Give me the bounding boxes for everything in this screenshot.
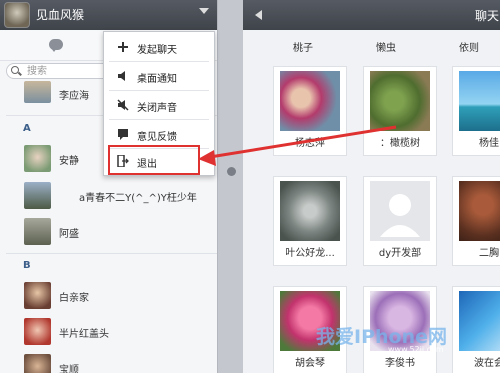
contact-name: 白亲家 — [59, 293, 89, 304]
grid-card[interactable]: 二胸 — [452, 176, 500, 266]
avatar — [24, 282, 51, 309]
grid-item-label: 杨佳 — [479, 138, 499, 149]
contact-name: 宝顺 — [59, 365, 79, 373]
splitter-handle[interactable] — [227, 167, 236, 176]
grid-card[interactable]: 杨佳 — [452, 66, 500, 156]
grid-item-label: 李俊书 — [385, 358, 415, 369]
chat-header: 聊天 — [243, 0, 500, 30]
search-input[interactable] — [27, 64, 112, 78]
chat-bubble-icon[interactable] — [49, 39, 63, 52]
menu-item-start-chat[interactable]: 发起聊天 — [104, 35, 214, 59]
list-item[interactable]: 半片红盖头 — [0, 312, 217, 348]
section-letter: A — [23, 123, 31, 134]
page-title: 聊天 — [475, 9, 500, 23]
grid-item-label: 波在会 — [474, 358, 500, 369]
menu-item-label: 意见反馈 — [137, 132, 177, 143]
list-item[interactable]: 阿盛 — [0, 212, 217, 248]
contact-name: 安静 — [59, 156, 79, 167]
menu-item-desktop-notify[interactable]: 桌面通知 — [104, 64, 214, 88]
back-arrow-icon[interactable] — [255, 10, 262, 20]
exit-highlight-box — [108, 145, 200, 175]
grid-card[interactable]: 杨志萍 — [273, 66, 347, 156]
contact-photo — [459, 291, 500, 351]
contact-photo — [280, 181, 340, 241]
section-letter: B — [23, 260, 31, 271]
speaker-icon — [118, 71, 125, 81]
watermark-url: www.52ij.com — [388, 345, 444, 354]
menu-item-feedback[interactable]: 意见反馈 — [104, 122, 214, 146]
avatar[interactable] — [4, 2, 30, 28]
list-item[interactable]: 宝顺 — [0, 348, 217, 373]
menu-caret-icon[interactable] — [199, 8, 209, 14]
avatar — [24, 145, 51, 172]
grid-item-label[interactable]: 桃子 — [267, 39, 339, 54]
plus-icon — [118, 42, 128, 52]
divider — [109, 61, 209, 62]
avatar — [24, 318, 51, 345]
chat-panel: 聊天 桃子 懒虫 依则 杨志萍 ：橄榄树 杨佳 叶公好龙... dy开发部 二胸… — [243, 0, 500, 373]
user-header: 见血风猴 — [0, 0, 217, 30]
contact-photo — [280, 71, 340, 131]
contact-photo — [370, 71, 430, 131]
grid-item-label: dy开发部 — [378, 248, 422, 259]
grid-card[interactable]: 波在会 — [452, 286, 500, 373]
user-name: 见血风猴 — [36, 8, 85, 22]
divider — [6, 253, 217, 254]
divider — [109, 119, 209, 120]
divider — [109, 90, 209, 91]
avatar — [24, 81, 51, 103]
grid-item-label: 杨志萍 — [295, 138, 325, 149]
avatar — [24, 218, 51, 245]
grid-item-label[interactable]: 懒虫 — [350, 39, 422, 54]
contact-photo — [459, 181, 500, 241]
search-icon — [11, 66, 19, 74]
mute-icon — [117, 99, 129, 111]
menu-item-label: 关闭声音 — [137, 103, 177, 114]
contact-name: 李应海 — [59, 91, 89, 102]
menu-item-label: 发起聊天 — [137, 45, 177, 56]
grid-item-label: 胡会琴 — [295, 358, 325, 369]
contact-photo — [459, 71, 500, 131]
list-item[interactable]: 白亲家 — [0, 276, 217, 312]
feedback-icon — [118, 129, 128, 140]
list-item[interactable]: a青春不二Y(^_^)Y枉少年 — [0, 176, 217, 212]
contact-name: a青春不二Y(^_^)Y枉少年 — [79, 193, 197, 204]
grid-item-label: 叶公好龙... — [285, 248, 335, 259]
contact-name: 阿盛 — [59, 229, 79, 240]
panel-splitter[interactable] — [217, 0, 244, 373]
avatar — [24, 354, 51, 373]
menu-item-label: 桌面通知 — [137, 74, 177, 85]
default-avatar-icon — [370, 181, 430, 241]
menu-item-mute[interactable]: 关闭声音 — [104, 93, 214, 117]
grid-item-label[interactable]: 依则 — [433, 39, 500, 54]
avatar — [24, 182, 51, 209]
grid-card[interactable]: ：橄榄树 — [363, 66, 437, 156]
grid-item-label: 二胸 — [479, 248, 499, 259]
grid-card[interactable]: 叶公好龙... — [273, 176, 347, 266]
grid-card[interactable]: dy开发部 — [363, 176, 437, 266]
contact-name: 半片红盖头 — [59, 329, 109, 340]
grid-item-label: ：橄榄树 — [380, 138, 420, 149]
